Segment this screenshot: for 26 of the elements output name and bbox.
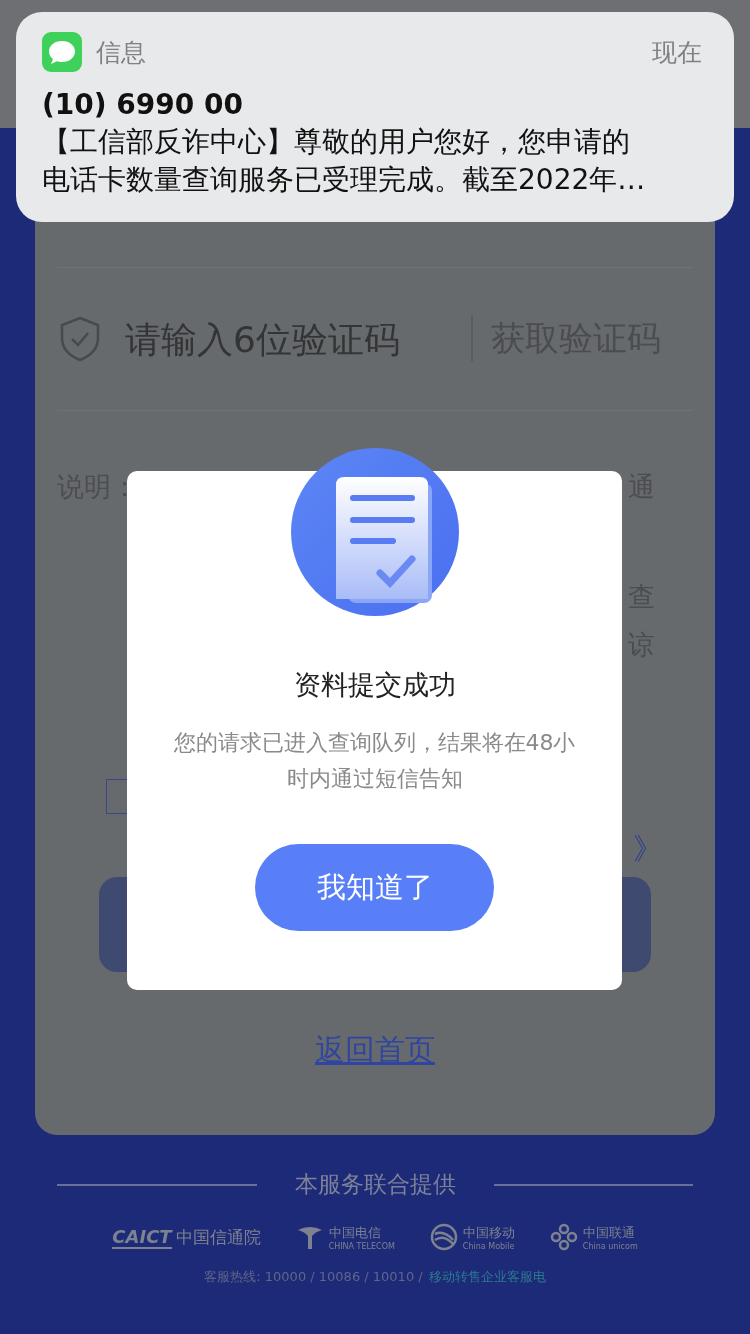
partner-english-name: CHINA TELECOM: [328, 1241, 395, 1251]
partner-name: 中国信通院: [175, 1225, 261, 1249]
app-name: 信息: [96, 36, 146, 69]
notification-time: 现在: [652, 36, 702, 69]
mobile-emblem-icon: [428, 1222, 459, 1252]
partner-english-name: China unicom: [582, 1241, 638, 1251]
caict-logo-text: CAICT: [112, 1225, 172, 1249]
dialog-message: 您的请求已进入查询队列，结果将在48小时内通过短信告知: [172, 729, 577, 793]
shield-check-icon: [59, 316, 101, 362]
acknowledge-button[interactable]: 我知道了: [255, 844, 494, 931]
hotline-text: 客服热线: 10000 / 10086 / 10010 /: [204, 1268, 423, 1286]
knot-emblem-icon: [548, 1222, 579, 1252]
agreement-link-text[interactable]: 》: [633, 829, 663, 867]
partner-name: 中国电信: [328, 1223, 382, 1242]
footer-title: 本服务联合提供: [294, 1170, 456, 1199]
partner-name: 中国联通: [582, 1223, 636, 1242]
home-link[interactable]: 返回首页: [315, 1030, 435, 1071]
partner-english-name: China Mobile: [462, 1241, 515, 1251]
message-preview: 【工信部反诈中心】尊敬的用户您好，您申请的电话卡数量查询服务已受理完成。截至2022年…: [42, 124, 647, 198]
notification-banner[interactable]: 信息 现在 (10) 6990 00 【工信部反诈中心】尊敬的用户您好，您申请的电话卡数量查询服务已受理完成。截至2022年…: [16, 12, 734, 222]
dialog-title: 资料提交成功: [293, 668, 456, 702]
messages-app-icon: [42, 32, 82, 72]
partner-name: 中国移动: [462, 1223, 515, 1242]
hotline-link[interactable]: 移动转售企业客服电: [428, 1268, 546, 1286]
sender-number: (10) 6990 00: [42, 88, 244, 121]
document-check-icon: [289, 447, 460, 617]
